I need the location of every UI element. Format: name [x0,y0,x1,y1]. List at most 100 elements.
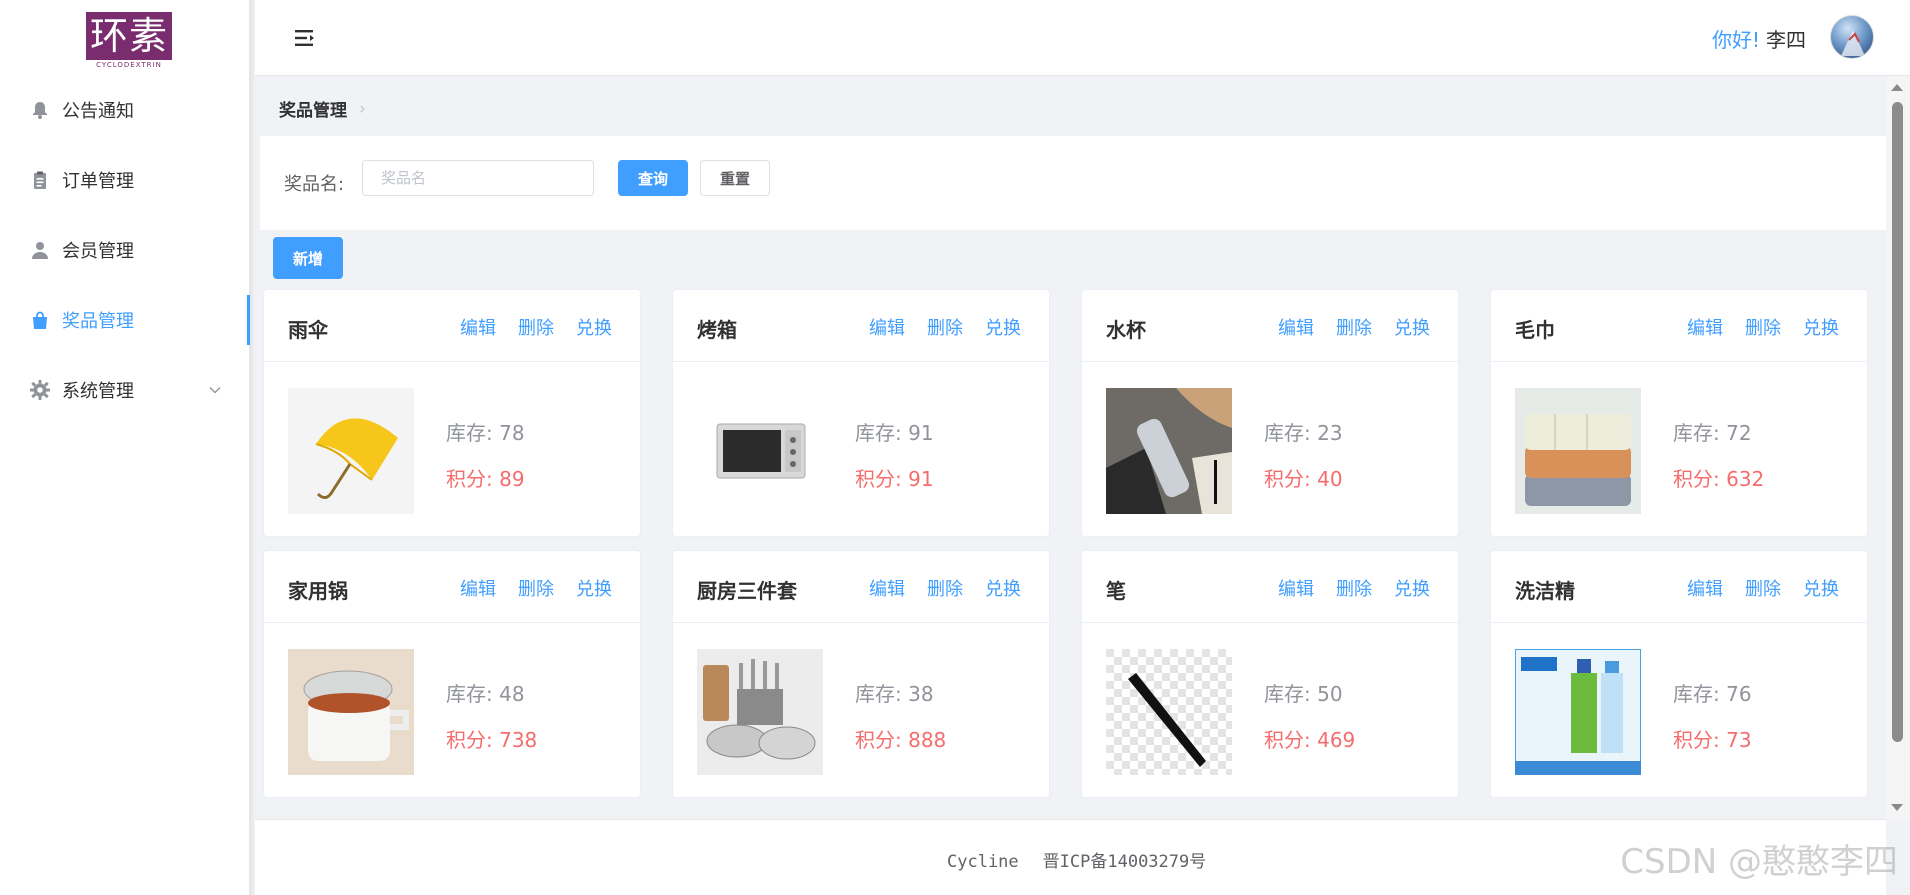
prize-name: 家用锅 [288,579,348,603]
prize-name: 厨房三件套 [697,579,797,603]
edit-button[interactable]: 编辑 [869,314,905,340]
exchange-button[interactable]: 兑换 [985,314,1021,340]
shopping-bag-icon [28,308,52,332]
prize-name-input[interactable] [362,160,594,196]
search-panel: 奖品名: 查询 重置 [260,136,1886,230]
vertical-scrollbar[interactable] [1886,76,1910,819]
sidebar-item-label: 公告通知 [62,101,134,122]
prize-points: 积分: 89 [446,467,525,491]
sidebar-item-label: 订单管理 [62,171,134,192]
query-button[interactable]: 查询 [618,160,688,196]
card-body: 库存: 50 积分: 469 [1082,623,1458,799]
exchange-button[interactable]: 兑换 [1803,575,1839,601]
edit-button[interactable]: 编辑 [460,575,496,601]
delete-button[interactable]: 删除 [518,575,554,601]
prize-image-detergent [1515,649,1641,775]
prize-image-pen [1106,649,1232,775]
prize-name: 烤箱 [697,318,737,342]
logo-text: 环素 [86,12,172,60]
exchange-button[interactable]: 兑换 [1394,575,1430,601]
delete-button[interactable]: 删除 [927,575,963,601]
exchange-button[interactable]: 兑换 [985,575,1021,601]
card-actions: 编辑 删除 兑换 [1278,575,1430,601]
delete-button[interactable]: 删除 [1336,575,1372,601]
card-body: 库存: 23 积分: 40 [1082,362,1458,538]
prize-name: 毛巾 [1515,318,1555,342]
sidebar-item-system[interactable]: 系统管理 [0,355,250,425]
delete-button[interactable]: 删除 [1745,575,1781,601]
card-header: 烤箱 编辑 删除 兑换 [673,290,1049,362]
edit-button[interactable]: 编辑 [869,575,905,601]
card-header: 毛巾 编辑 删除 兑换 [1491,290,1867,362]
clipboard-icon [28,168,52,192]
prize-points: 积分: 632 [1673,467,1765,491]
delete-button[interactable]: 删除 [1745,314,1781,340]
delete-button[interactable]: 删除 [927,314,963,340]
card-body: 库存: 72 积分: 632 [1491,362,1867,538]
prize-points: 积分: 73 [1673,728,1752,752]
sidebar-item-prizes[interactable]: 奖品管理 [0,285,250,355]
prize-stock: 库存: 38 [855,682,934,706]
sidebar-item-announcements[interactable]: 公告通知 [0,75,250,145]
prize-image-oven [697,388,823,514]
prize-name-label: 奖品名: [284,174,345,195]
card-body: 库存: 76 积分: 73 [1491,623,1867,799]
prize-stock: 库存: 23 [1264,421,1343,445]
exchange-button[interactable]: 兑换 [576,575,612,601]
username[interactable]: 李四 [1766,28,1806,52]
card-actions: 编辑 删除 兑换 [1687,314,1839,340]
card-actions: 编辑 删除 兑换 [869,575,1021,601]
prize-stock: 库存: 72 [1673,421,1752,445]
prize-points: 积分: 40 [1264,467,1343,491]
prize-points: 积分: 738 [446,728,538,752]
card-header: 洗洁精 编辑 删除 兑换 [1491,551,1867,623]
prize-name: 洗洁精 [1515,579,1575,603]
sidebar-item-orders[interactable]: 订单管理 [0,145,250,215]
edit-button[interactable]: 编辑 [1687,575,1723,601]
prize-card: 毛巾 编辑 删除 兑换 库存: 72 积分: 632 [1490,289,1868,537]
logo-subtitle: CYCLODEXTRIN [96,61,162,69]
footer-icp[interactable]: 晋ICP备14003279号 [1043,852,1207,872]
delete-button[interactable]: 删除 [1336,314,1372,340]
prize-stock: 库存: 50 [1264,682,1343,706]
prize-card: 烤箱 编辑 删除 兑换 库存: 91 积分: 91 [672,289,1050,537]
scroll-up-icon[interactable] [1891,84,1903,91]
greeting-text: 你好! [1711,28,1760,52]
card-header: 厨房三件套 编辑 删除 兑换 [673,551,1049,623]
prize-stock: 库存: 76 [1673,682,1752,706]
avatar[interactable] [1830,15,1874,59]
breadcrumb-current[interactable]: 奖品管理 [279,96,347,121]
card-body: 库存: 48 积分: 738 [264,623,640,799]
app-logo[interactable]: 环素 CYCLODEXTRIN [86,12,172,69]
reset-button[interactable]: 重置 [700,160,770,196]
prize-image-towels [1515,388,1641,514]
prize-stock: 库存: 91 [855,421,934,445]
sidebar: 环素 CYCLODEXTRIN 公告通知 订单管理 会员管理 奖品管理 系统管理 [0,0,250,895]
exchange-button[interactable]: 兑换 [1394,314,1430,340]
scroll-thumb[interactable] [1892,102,1903,742]
prize-name: 水杯 [1106,318,1146,342]
exchange-button[interactable]: 兑换 [576,314,612,340]
edit-button[interactable]: 编辑 [460,314,496,340]
delete-button[interactable]: 删除 [518,314,554,340]
edit-button[interactable]: 编辑 [1278,575,1314,601]
sidebar-item-label: 系统管理 [62,381,134,402]
prize-stock: 库存: 78 [446,421,525,445]
sidebar-item-label: 奖品管理 [62,311,134,332]
card-header: 雨伞 编辑 删除 兑换 [264,290,640,362]
card-body: 库存: 78 积分: 89 [264,362,640,538]
prize-card: 洗洁精 编辑 删除 兑换 库存: 76 积分: 73 [1490,550,1868,798]
sidebar-item-members[interactable]: 会员管理 [0,215,250,285]
edit-button[interactable]: 编辑 [1278,314,1314,340]
prize-card: 厨房三件套 编辑 删除 兑换 库存: 38 积分: 888 [672,550,1050,798]
scroll-down-icon[interactable] [1891,804,1903,811]
menu-collapse-icon[interactable] [293,26,319,50]
breadcrumb: 奖品管理 › [279,96,366,122]
footer-text: Cycline 晋ICP备14003279号 [947,847,1206,872]
chevron-down-icon [208,381,222,402]
add-prize-button[interactable]: 新增 [273,237,343,279]
exchange-button[interactable]: 兑换 [1803,314,1839,340]
edit-button[interactable]: 编辑 [1687,314,1723,340]
card-body: 库存: 38 积分: 888 [673,623,1049,799]
user-icon [28,238,52,262]
